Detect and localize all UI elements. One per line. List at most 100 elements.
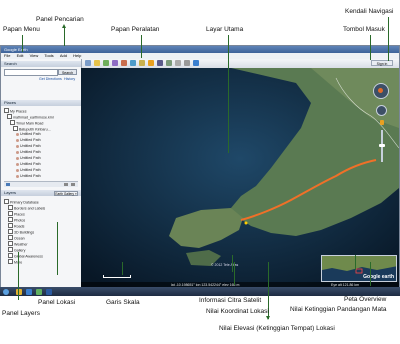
places-item[interactable]: Batuputih Kinbaru...: [13, 126, 51, 132]
places-panel-header[interactable]: Places: [1, 100, 81, 106]
google-earth-window: Google Earth File Edit View Tools Add He…: [0, 45, 400, 296]
get-directions-link[interactable]: Get Directions: [39, 77, 62, 81]
label-panel-layers: Panel Layers: [2, 310, 40, 317]
menu-file[interactable]: File: [4, 53, 10, 58]
pointer-arrow: [266, 316, 270, 320]
street-view-icon[interactable]: [380, 120, 384, 125]
label-tombol-masuk: Tombol Masuk: [343, 26, 385, 33]
menu-view[interactable]: View: [30, 53, 39, 58]
placemark[interactable]: [244, 221, 248, 225]
places-item[interactable]: My Places: [4, 108, 27, 114]
label-panel-lokasi: Panel Lokasi: [38, 299, 76, 306]
layer-item[interactable]: Primary Database: [4, 199, 39, 205]
label-papan-menu: Papan Menu: [3, 26, 40, 33]
label-peta-overview: Peta Overview: [344, 296, 387, 303]
places-item[interactable]: mathmad_earthmose.kml: [7, 114, 54, 120]
label-kendali-navigasi: Kendali Navigasi: [345, 8, 394, 15]
search-panel-header[interactable]: Search: [1, 61, 81, 67]
places-item[interactable]: Untitled Path: [16, 168, 41, 172]
places-item[interactable]: Untitled Path: [16, 162, 41, 166]
layer-item[interactable]: Places: [8, 211, 25, 217]
label-nilai-ketinggian-mata: Nilai Ketinggian Pandangan Mata: [290, 306, 387, 313]
menu-tools[interactable]: Tools: [44, 53, 53, 58]
pointer-line: [64, 27, 65, 46]
sky-icon[interactable]: [157, 60, 163, 66]
menu-help[interactable]: Help: [73, 53, 81, 58]
view-in-maps-icon[interactable]: [193, 60, 199, 66]
pointer-line: [22, 35, 23, 52]
app-icon[interactable]: [36, 288, 42, 295]
pointer-line: [370, 35, 371, 60]
pointer-line: [234, 262, 235, 285]
pointer-line: [370, 262, 371, 286]
pointer-arrow: [62, 24, 66, 28]
label-panel-pencarian: Panel Pencarian: [36, 16, 84, 23]
explorer-icon[interactable]: [16, 288, 22, 295]
label-layar-utama: Layar Utama: [206, 26, 244, 33]
placemark-icon[interactable]: [94, 60, 100, 66]
layer-item[interactable]: Weather: [8, 241, 28, 247]
ruler-icon[interactable]: [166, 60, 172, 66]
browser-icon[interactable]: [26, 288, 32, 295]
pointer-line: [57, 222, 58, 275]
places-item[interactable]: Untitled Path: [16, 174, 41, 178]
print-icon[interactable]: [184, 60, 190, 66]
history-link[interactable]: History: [64, 77, 75, 81]
menu-edit[interactable]: Edit: [17, 53, 24, 58]
places-item[interactable]: Untitled Path: [16, 156, 41, 160]
pointer-line: [18, 252, 19, 300]
google-earth-task-icon[interactable]: [46, 288, 52, 295]
layer-item[interactable]: Photos: [8, 217, 25, 223]
zoom-slider-handle[interactable]: [379, 144, 385, 147]
places-item[interactable]: Timur Main Road: [10, 120, 43, 126]
places-item[interactable]: Untitled Path: [16, 144, 41, 148]
layer-item[interactable]: Roads: [8, 223, 24, 229]
zoom-slider-icon[interactable]: [379, 130, 385, 162]
earth-gallery-button[interactable]: Earth Gallery »: [54, 191, 78, 196]
sidebar: Search Search Get Directions History Pla…: [1, 59, 82, 295]
look-joystick-icon[interactable]: [373, 83, 389, 99]
places-item[interactable]: Untitled Path: [16, 138, 41, 142]
layer-item[interactable]: 3D Buildings: [8, 229, 34, 235]
label-papan-peralatan: Papan Peralatan: [111, 26, 160, 33]
window-titlebar: Google Earth: [1, 46, 399, 53]
layer-item[interactable]: Gallery: [8, 247, 25, 253]
layer-item[interactable]: Global Awareness: [8, 253, 43, 259]
pointer-line: [141, 35, 142, 58]
overview-map[interactable]: Google earth: [321, 255, 397, 282]
layer-item[interactable]: Ocean: [8, 235, 25, 241]
search-input[interactable]: [4, 69, 58, 76]
places-item[interactable]: Untitled Path: [16, 132, 41, 136]
start-button-icon[interactable]: [3, 288, 9, 295]
hide-sidebar-icon[interactable]: [85, 60, 91, 66]
label-nilai-elevasi: Nilai Elevasi (Ketinggian Tempat) Lokasi: [219, 325, 335, 332]
label-informasi-citra-satelit: Informasi Citra Satelit: [199, 297, 262, 304]
pointer-line: [388, 17, 389, 61]
label-nilai-koordinat-lokasi: Nilai Koordinat Lokasi: [206, 308, 269, 315]
sunlight-icon[interactable]: [148, 60, 154, 66]
menu-add[interactable]: Add: [60, 53, 67, 58]
polygon-icon[interactable]: [103, 60, 109, 66]
move-joystick-icon[interactable]: [376, 105, 387, 116]
main-3d-view[interactable]: © 2012 Tele Atlas lat -10.198651° lon 12…: [81, 68, 399, 295]
layer-item[interactable]: More: [8, 259, 22, 265]
pointer-line: [228, 35, 229, 153]
email-icon[interactable]: [175, 60, 181, 66]
windows-taskbar: [0, 287, 400, 296]
scale-bar: [103, 275, 131, 278]
sign-in-button[interactable]: Sign in: [371, 60, 393, 66]
search-button[interactable]: Search: [58, 69, 77, 75]
label-garis-skala: Garis Skala: [106, 299, 140, 306]
places-item[interactable]: Untitled Path: [16, 150, 41, 154]
image-overlay-icon[interactable]: [121, 60, 127, 66]
move-up-icon[interactable]: [64, 183, 68, 186]
move-down-icon[interactable]: [71, 183, 75, 186]
north-indicator-icon: [378, 88, 383, 93]
layer-item[interactable]: Borders and Labels: [8, 205, 45, 211]
historical-imagery-icon[interactable]: [139, 60, 145, 66]
places-toolbar: [4, 181, 78, 187]
pointer-line: [122, 262, 123, 275]
path-icon[interactable]: [112, 60, 118, 66]
search-places-icon[interactable]: [6, 183, 10, 186]
record-tour-icon[interactable]: [130, 60, 136, 66]
